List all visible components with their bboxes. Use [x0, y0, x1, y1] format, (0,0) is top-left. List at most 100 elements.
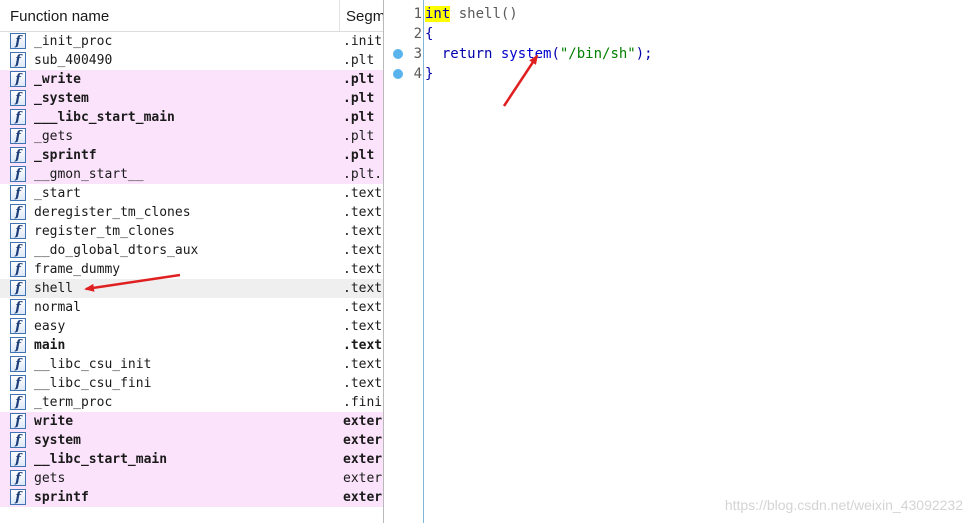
function-row-sub-400490[interactable]: f sub_400490 .plt: [0, 51, 383, 70]
function-row-start[interactable]: f _start .text: [0, 184, 383, 203]
functions-window: Function name Segm f _init_proc .init f sub_…: [0, 0, 384, 523]
function-name: easy: [34, 319, 66, 334]
code-token: (: [551, 46, 560, 62]
function-row-gets[interactable]: f gets exter: [0, 469, 383, 488]
code-line[interactable]: 4}: [384, 64, 973, 84]
line-number: 3: [413, 46, 422, 62]
function-name: _start: [34, 186, 81, 201]
function-segment: .text: [343, 205, 383, 220]
function-segment: .text: [343, 243, 383, 258]
function-row-system[interactable]: f system exter: [0, 431, 383, 450]
function-name: _init_proc: [34, 34, 113, 49]
function-row-main[interactable]: f main .text: [0, 336, 383, 355]
line-number: 2: [413, 26, 422, 42]
functions-list: f _init_proc .init f sub_400490 .plt f _write .p…: [0, 32, 383, 507]
function-segment: exter: [343, 414, 383, 429]
function-row-write[interactable]: f _write .plt: [0, 70, 383, 89]
function-segment: .text: [343, 376, 383, 391]
function-row-init-proc[interactable]: f _init_proc .init: [0, 32, 383, 51]
function-name: __libc_csu_fini: [34, 376, 152, 391]
code-token: {: [425, 26, 434, 42]
code-text: {: [425, 24, 433, 44]
function-icon: f: [10, 356, 26, 372]
function-row-frame-dummy[interactable]: f frame_dummy .text: [0, 260, 383, 279]
function-segment: exter: [343, 471, 383, 486]
function-icon: f: [10, 33, 26, 49]
function-icon: f: [10, 299, 26, 315]
function-segment: .text: [343, 262, 383, 277]
function-segment: .plt: [343, 110, 375, 125]
function-row-normal[interactable]: f normal .text: [0, 298, 383, 317]
function-row-libc-csu-init[interactable]: f __libc_csu_init .text: [0, 355, 383, 374]
function-segment: .plt: [343, 53, 375, 68]
line-number: 4: [413, 66, 422, 82]
breakpoint-dot-icon[interactable]: [393, 49, 403, 59]
function-name: _gets: [34, 129, 74, 144]
function-name: system: [34, 433, 81, 448]
function-row-libc-start-main[interactable]: f ___libc_start_main .plt: [0, 108, 383, 127]
function-name: write: [34, 414, 74, 429]
function-row-gets[interactable]: f _gets .plt: [0, 127, 383, 146]
code-token: int: [425, 6, 451, 22]
function-icon: f: [10, 337, 26, 353]
function-row-write[interactable]: f write exter: [0, 412, 383, 431]
function-segment: .text: [343, 319, 383, 334]
function-segment: .fini: [343, 395, 383, 410]
function-segment: .plt: [343, 129, 375, 144]
function-name: normal: [34, 300, 81, 315]
function-icon: f: [10, 147, 26, 163]
function-name: frame_dummy: [34, 262, 121, 277]
function-name: _write: [34, 72, 81, 87]
function-name: __gmon_start__: [34, 167, 144, 182]
function-segment: .plt.: [343, 167, 383, 182]
function-row-do-global-dtors-aux[interactable]: f __do_global_dtors_aux .text: [0, 241, 383, 260]
breakpoint-dot-icon[interactable]: [393, 69, 403, 79]
function-name: gets: [34, 471, 66, 486]
function-name: ___libc_start_main: [34, 110, 175, 125]
line-number: 1: [413, 6, 422, 22]
function-name: sprintf: [34, 490, 89, 505]
function-row-sprintf[interactable]: f _sprintf .plt: [0, 146, 383, 165]
function-segment: .text: [343, 281, 383, 296]
function-icon: f: [10, 261, 26, 277]
gutter-separator: [423, 0, 424, 523]
function-row-shell[interactable]: f shell .text: [0, 279, 383, 298]
function-row-easy[interactable]: f easy .text: [0, 317, 383, 336]
function-row-deregister-tm-clones[interactable]: f deregister_tm_clones .text: [0, 203, 383, 222]
function-row-sprintf[interactable]: f sprintf exter: [0, 488, 383, 507]
function-segment: .text: [343, 300, 383, 315]
function-segment: .text: [343, 186, 383, 201]
functions-table-header: Function name Segm: [0, 0, 383, 32]
function-row-term-proc[interactable]: f _term_proc .fini: [0, 393, 383, 412]
pseudocode-window: 1 int shell() 2{3 return system("/bin/sh")…: [384, 0, 973, 523]
function-row-libc-start-main[interactable]: f __libc_start_main exter: [0, 450, 383, 469]
column-header-segment[interactable]: Segm: [341, 0, 383, 31]
function-icon: f: [10, 451, 26, 467]
function-row-system[interactable]: f _system .plt: [0, 89, 383, 108]
function-name: __libc_start_main: [34, 452, 168, 467]
function-name: sub_400490: [34, 53, 113, 68]
function-name: _system: [34, 91, 89, 106]
code-token: "/bin/sh": [559, 46, 636, 62]
code-token: system: [500, 46, 552, 62]
code-text: int shell(): [425, 4, 518, 24]
column-header-function-name[interactable]: Function name: [0, 0, 340, 31]
function-icon: f: [10, 109, 26, 125]
code-line[interactable]: 2{: [384, 24, 973, 44]
code-line[interactable]: 3 return system("/bin/sh");: [384, 44, 973, 64]
function-icon: f: [10, 280, 26, 296]
function-name: main: [34, 338, 66, 353]
function-icon: f: [10, 318, 26, 334]
function-row-libc-csu-fini[interactable]: f __libc_csu_fini .text: [0, 374, 383, 393]
function-row-gmon-start--[interactable]: f __gmon_start__ .plt.: [0, 165, 383, 184]
code-line[interactable]: 1 int shell(): [384, 4, 973, 24]
function-name: __do_global_dtors_aux: [34, 243, 199, 258]
function-row-register-tm-clones[interactable]: f register_tm_clones .text: [0, 222, 383, 241]
function-segment: exter: [343, 452, 383, 467]
function-segment: .text: [343, 224, 383, 239]
code-token: }: [425, 66, 434, 82]
function-icon: f: [10, 489, 26, 505]
function-segment: exter: [343, 490, 383, 505]
function-segment: .plt: [343, 72, 375, 87]
function-segment: .text: [343, 338, 383, 353]
